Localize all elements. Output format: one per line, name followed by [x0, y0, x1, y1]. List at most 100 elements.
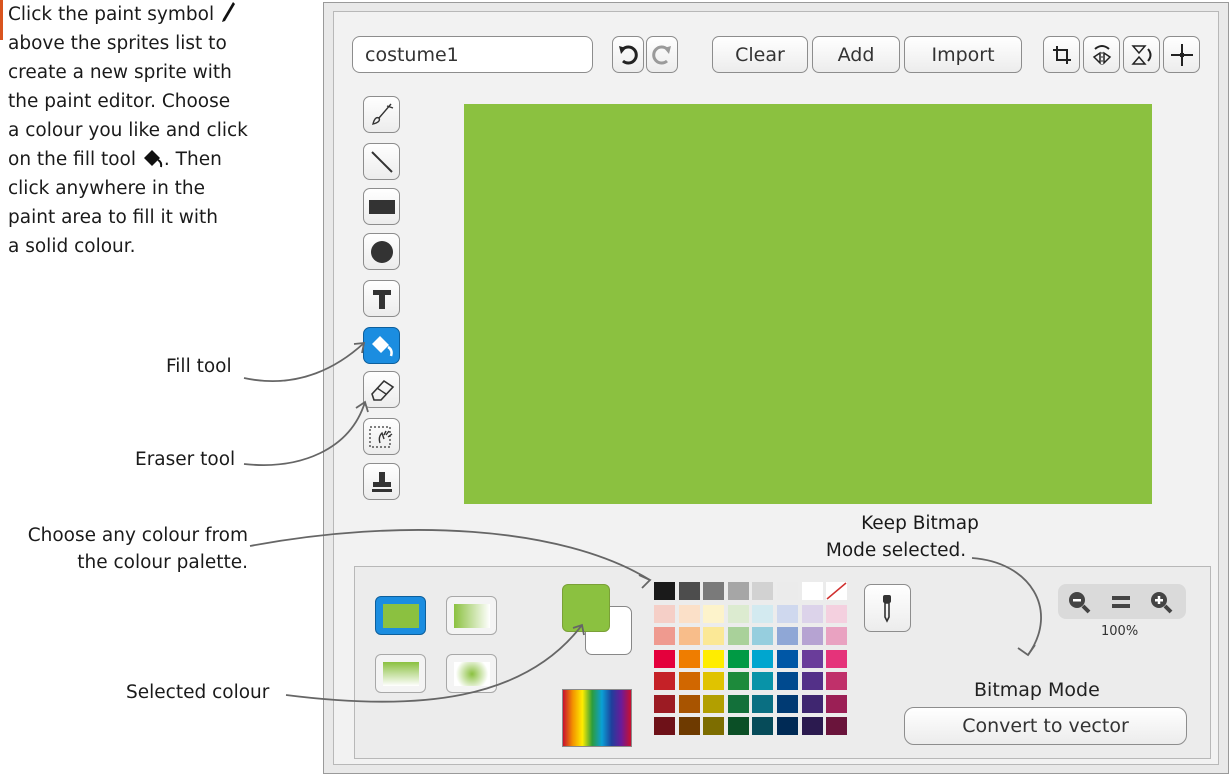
stamp-icon [371, 471, 392, 492]
palette-swatch[interactable] [654, 604, 675, 623]
flip-horizontal-button[interactable] [1083, 36, 1120, 73]
palette-caption-1: Choose any colour from [27, 525, 248, 546]
convert-to-vector-button[interactable]: Convert to vector [904, 707, 1187, 745]
palette-swatch[interactable] [752, 672, 774, 690]
paint-canvas[interactable] [464, 104, 1152, 504]
palette-swatch[interactable] [752, 694, 774, 713]
palette-swatch[interactable] [777, 694, 798, 713]
no-colour-swatch[interactable] [826, 582, 848, 600]
stamp-tool[interactable] [363, 463, 400, 500]
palette-swatch[interactable] [654, 649, 675, 668]
palette-swatch[interactable] [654, 627, 675, 645]
palette-swatch[interactable] [703, 582, 725, 600]
palette-swatch[interactable] [826, 649, 848, 668]
palette-swatch[interactable] [678, 604, 700, 623]
palette-swatch[interactable] [703, 627, 725, 645]
palette-swatch[interactable] [777, 582, 798, 600]
fill-tool[interactable] [363, 327, 400, 364]
palette-swatch[interactable] [826, 672, 848, 690]
crop-button[interactable] [1043, 36, 1080, 73]
import-button[interactable]: Import [904, 36, 1022, 73]
palette-swatch[interactable] [654, 717, 675, 735]
palette-swatch[interactable] [752, 649, 774, 668]
palette-swatch[interactable] [654, 694, 675, 713]
fill-solid-option[interactable] [375, 596, 426, 635]
flip-vertical-icon [1130, 44, 1151, 65]
palette-swatch[interactable] [777, 717, 798, 735]
palette-swatch[interactable] [678, 694, 700, 713]
vertical-gradient-swatch [382, 661, 419, 686]
palette-swatch[interactable] [777, 649, 798, 668]
redo-button[interactable] [646, 36, 678, 73]
palette-swatch[interactable] [826, 627, 848, 645]
crosshair-icon [1170, 43, 1193, 66]
palette-swatch[interactable] [678, 672, 700, 690]
zoom-in-button[interactable] [1146, 587, 1176, 617]
palette-swatch[interactable] [727, 582, 749, 600]
fill-vertical-gradient-option[interactable] [375, 654, 426, 693]
palette-swatch[interactable] [752, 627, 774, 645]
palette-swatch[interactable] [727, 694, 749, 713]
palette-swatch[interactable] [727, 717, 749, 735]
fill-horizontal-gradient-option[interactable] [446, 596, 497, 635]
palette-swatch[interactable] [727, 672, 749, 690]
palette-swatch[interactable] [752, 604, 774, 623]
palette-swatch[interactable] [752, 717, 774, 735]
palette-swatch[interactable] [801, 649, 823, 668]
palette-swatch[interactable] [654, 582, 675, 600]
zoom-in-icon [1151, 592, 1173, 614]
palette-swatch[interactable] [801, 582, 823, 600]
palette-swatch[interactable] [727, 604, 749, 623]
palette-swatch[interactable] [801, 604, 823, 623]
palette-swatch[interactable] [654, 672, 675, 690]
add-button[interactable]: Add [812, 36, 900, 73]
undo-icon [619, 45, 638, 64]
palette-swatch[interactable] [703, 649, 725, 668]
palette-swatch[interactable] [801, 717, 823, 735]
palette-swatch[interactable] [678, 627, 700, 645]
palette-swatch[interactable] [777, 604, 798, 623]
palette-swatch[interactable] [801, 694, 823, 713]
line-tool[interactable] [363, 143, 400, 180]
eyedropper-button[interactable] [864, 584, 911, 632]
palette-swatch[interactable] [727, 649, 749, 668]
rectangle-tool[interactable] [363, 188, 400, 225]
eraser-tool[interactable] [363, 371, 400, 408]
fill-icon [371, 335, 393, 356]
bitmap-caption-2: Mode selected. [825, 540, 967, 561]
zoom-reset-button[interactable] [1106, 587, 1136, 617]
rectangle-icon [368, 199, 395, 214]
palette-swatch[interactable] [777, 672, 798, 690]
palette-swatch[interactable] [727, 627, 749, 645]
palette-swatch[interactable] [678, 717, 700, 735]
primary-colour-swatch[interactable] [562, 584, 610, 632]
palette-swatch[interactable] [826, 694, 848, 713]
select-tool[interactable] [363, 418, 400, 455]
colour-spectrum-picker[interactable] [562, 689, 632, 747]
palette-swatch[interactable] [703, 672, 725, 690]
palette-swatch[interactable] [826, 717, 848, 735]
palette-swatch[interactable] [801, 672, 823, 690]
flip-vertical-button[interactable] [1123, 36, 1160, 73]
palette-swatch[interactable] [678, 582, 700, 600]
fill-radial-gradient-option[interactable] [446, 654, 497, 693]
costume-name-field[interactable]: costume1 [352, 36, 593, 73]
text-tool[interactable] [363, 280, 400, 317]
palette-swatch[interactable] [826, 604, 848, 623]
ellipse-tool[interactable] [363, 233, 400, 270]
set-center-button[interactable] [1163, 36, 1200, 73]
palette-swatch[interactable] [777, 627, 798, 645]
palette-swatch[interactable] [703, 694, 725, 713]
zoom-out-icon [1069, 592, 1091, 614]
zoom-level: 100% [1101, 624, 1139, 639]
palette-swatch[interactable] [678, 649, 700, 668]
palette-swatch[interactable] [752, 582, 774, 600]
undo-button[interactable] [612, 36, 644, 73]
palette-swatch[interactable] [703, 717, 725, 735]
zoom-out-button[interactable] [1064, 587, 1094, 617]
page-marker [0, 0, 3, 40]
palette-swatch[interactable] [703, 604, 725, 623]
brush-tool[interactable] [363, 96, 400, 133]
palette-swatch[interactable] [801, 627, 823, 645]
clear-button[interactable]: Clear [712, 36, 808, 73]
